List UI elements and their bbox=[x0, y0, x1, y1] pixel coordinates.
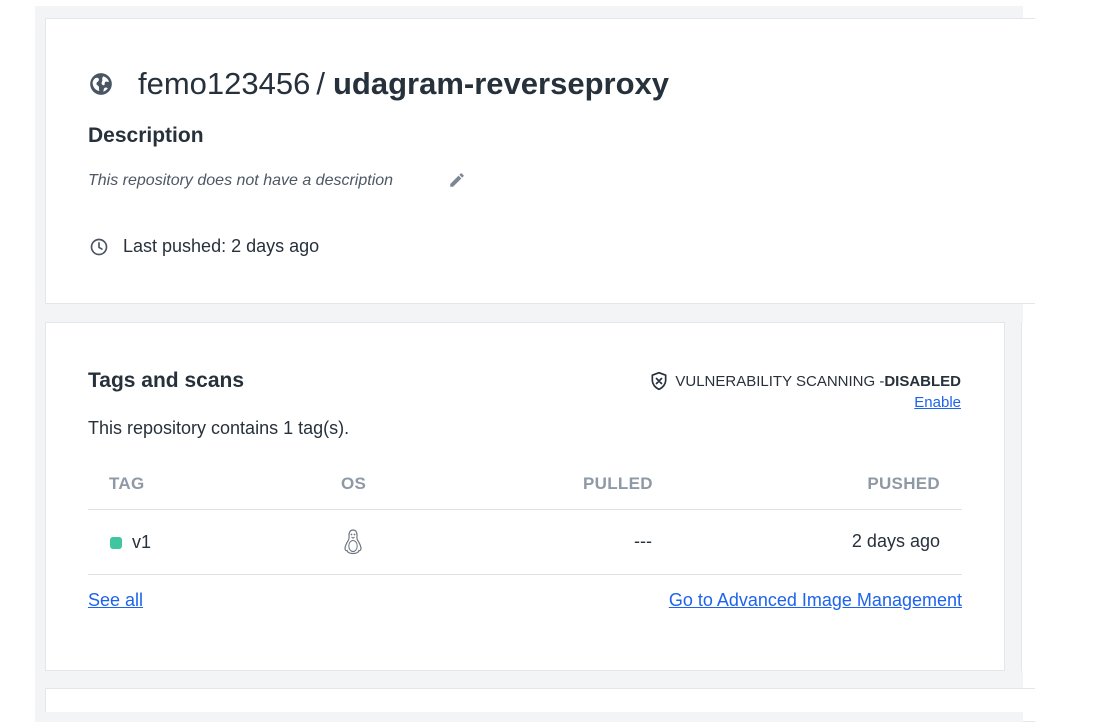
description-heading: Description bbox=[88, 124, 204, 147]
tag-pulled: --- bbox=[634, 531, 652, 551]
tag-status-dot bbox=[110, 536, 122, 549]
table-row-tag[interactable]: v1 bbox=[110, 532, 151, 553]
side-card-edge bbox=[1021, 322, 1024, 671]
description-text: This repository does not have a descript… bbox=[88, 172, 394, 189]
column-header-tag: TAG bbox=[109, 474, 145, 493]
see-all-link[interactable]: See all bbox=[88, 590, 143, 611]
repo-namespace[interactable]: femo123456 bbox=[138, 66, 310, 102]
repo-title: femo123456 / udagram-reverseproxy bbox=[88, 62, 669, 106]
repo-name: udagram-reverseproxy bbox=[333, 66, 669, 101]
clock-icon bbox=[89, 237, 109, 257]
column-header-pulled: PULLED bbox=[583, 474, 653, 493]
vuln-label: VULNERABILITY SCANNING - bbox=[675, 372, 885, 390]
column-header-pushed: PUSHED bbox=[867, 474, 940, 493]
tags-heading: Tags and scans bbox=[88, 369, 245, 392]
shield-x-icon bbox=[649, 371, 669, 391]
linux-icon bbox=[342, 528, 364, 556]
vuln-status: DISABLED bbox=[884, 372, 961, 390]
column-header-os: OS bbox=[341, 474, 367, 493]
tag-count-text: This repository contains 1 tag(s). bbox=[88, 418, 350, 438]
tag-pushed: 2 days ago bbox=[851, 531, 940, 551]
repo-separator: / bbox=[316, 66, 325, 101]
table-divider-bottom bbox=[88, 574, 962, 575]
last-pushed-text: Last pushed: 2 days ago bbox=[123, 236, 320, 256]
globe-icon bbox=[88, 71, 114, 97]
tag-name[interactable]: v1 bbox=[132, 532, 151, 553]
repo-info-card bbox=[45, 18, 1035, 304]
edit-description-pencil-icon[interactable] bbox=[448, 171, 466, 189]
last-pushed: Last pushed: 2 days ago bbox=[89, 236, 319, 257]
advanced-image-management-link[interactable]: Go to Advanced Image Management bbox=[669, 590, 962, 611]
page-background-bottom bbox=[35, 712, 1023, 722]
vulnerability-scanning-status: VULNERABILITY SCANNING - DISABLED bbox=[649, 371, 961, 391]
table-divider bbox=[88, 509, 962, 510]
enable-scanning-link[interactable]: Enable bbox=[914, 394, 961, 411]
